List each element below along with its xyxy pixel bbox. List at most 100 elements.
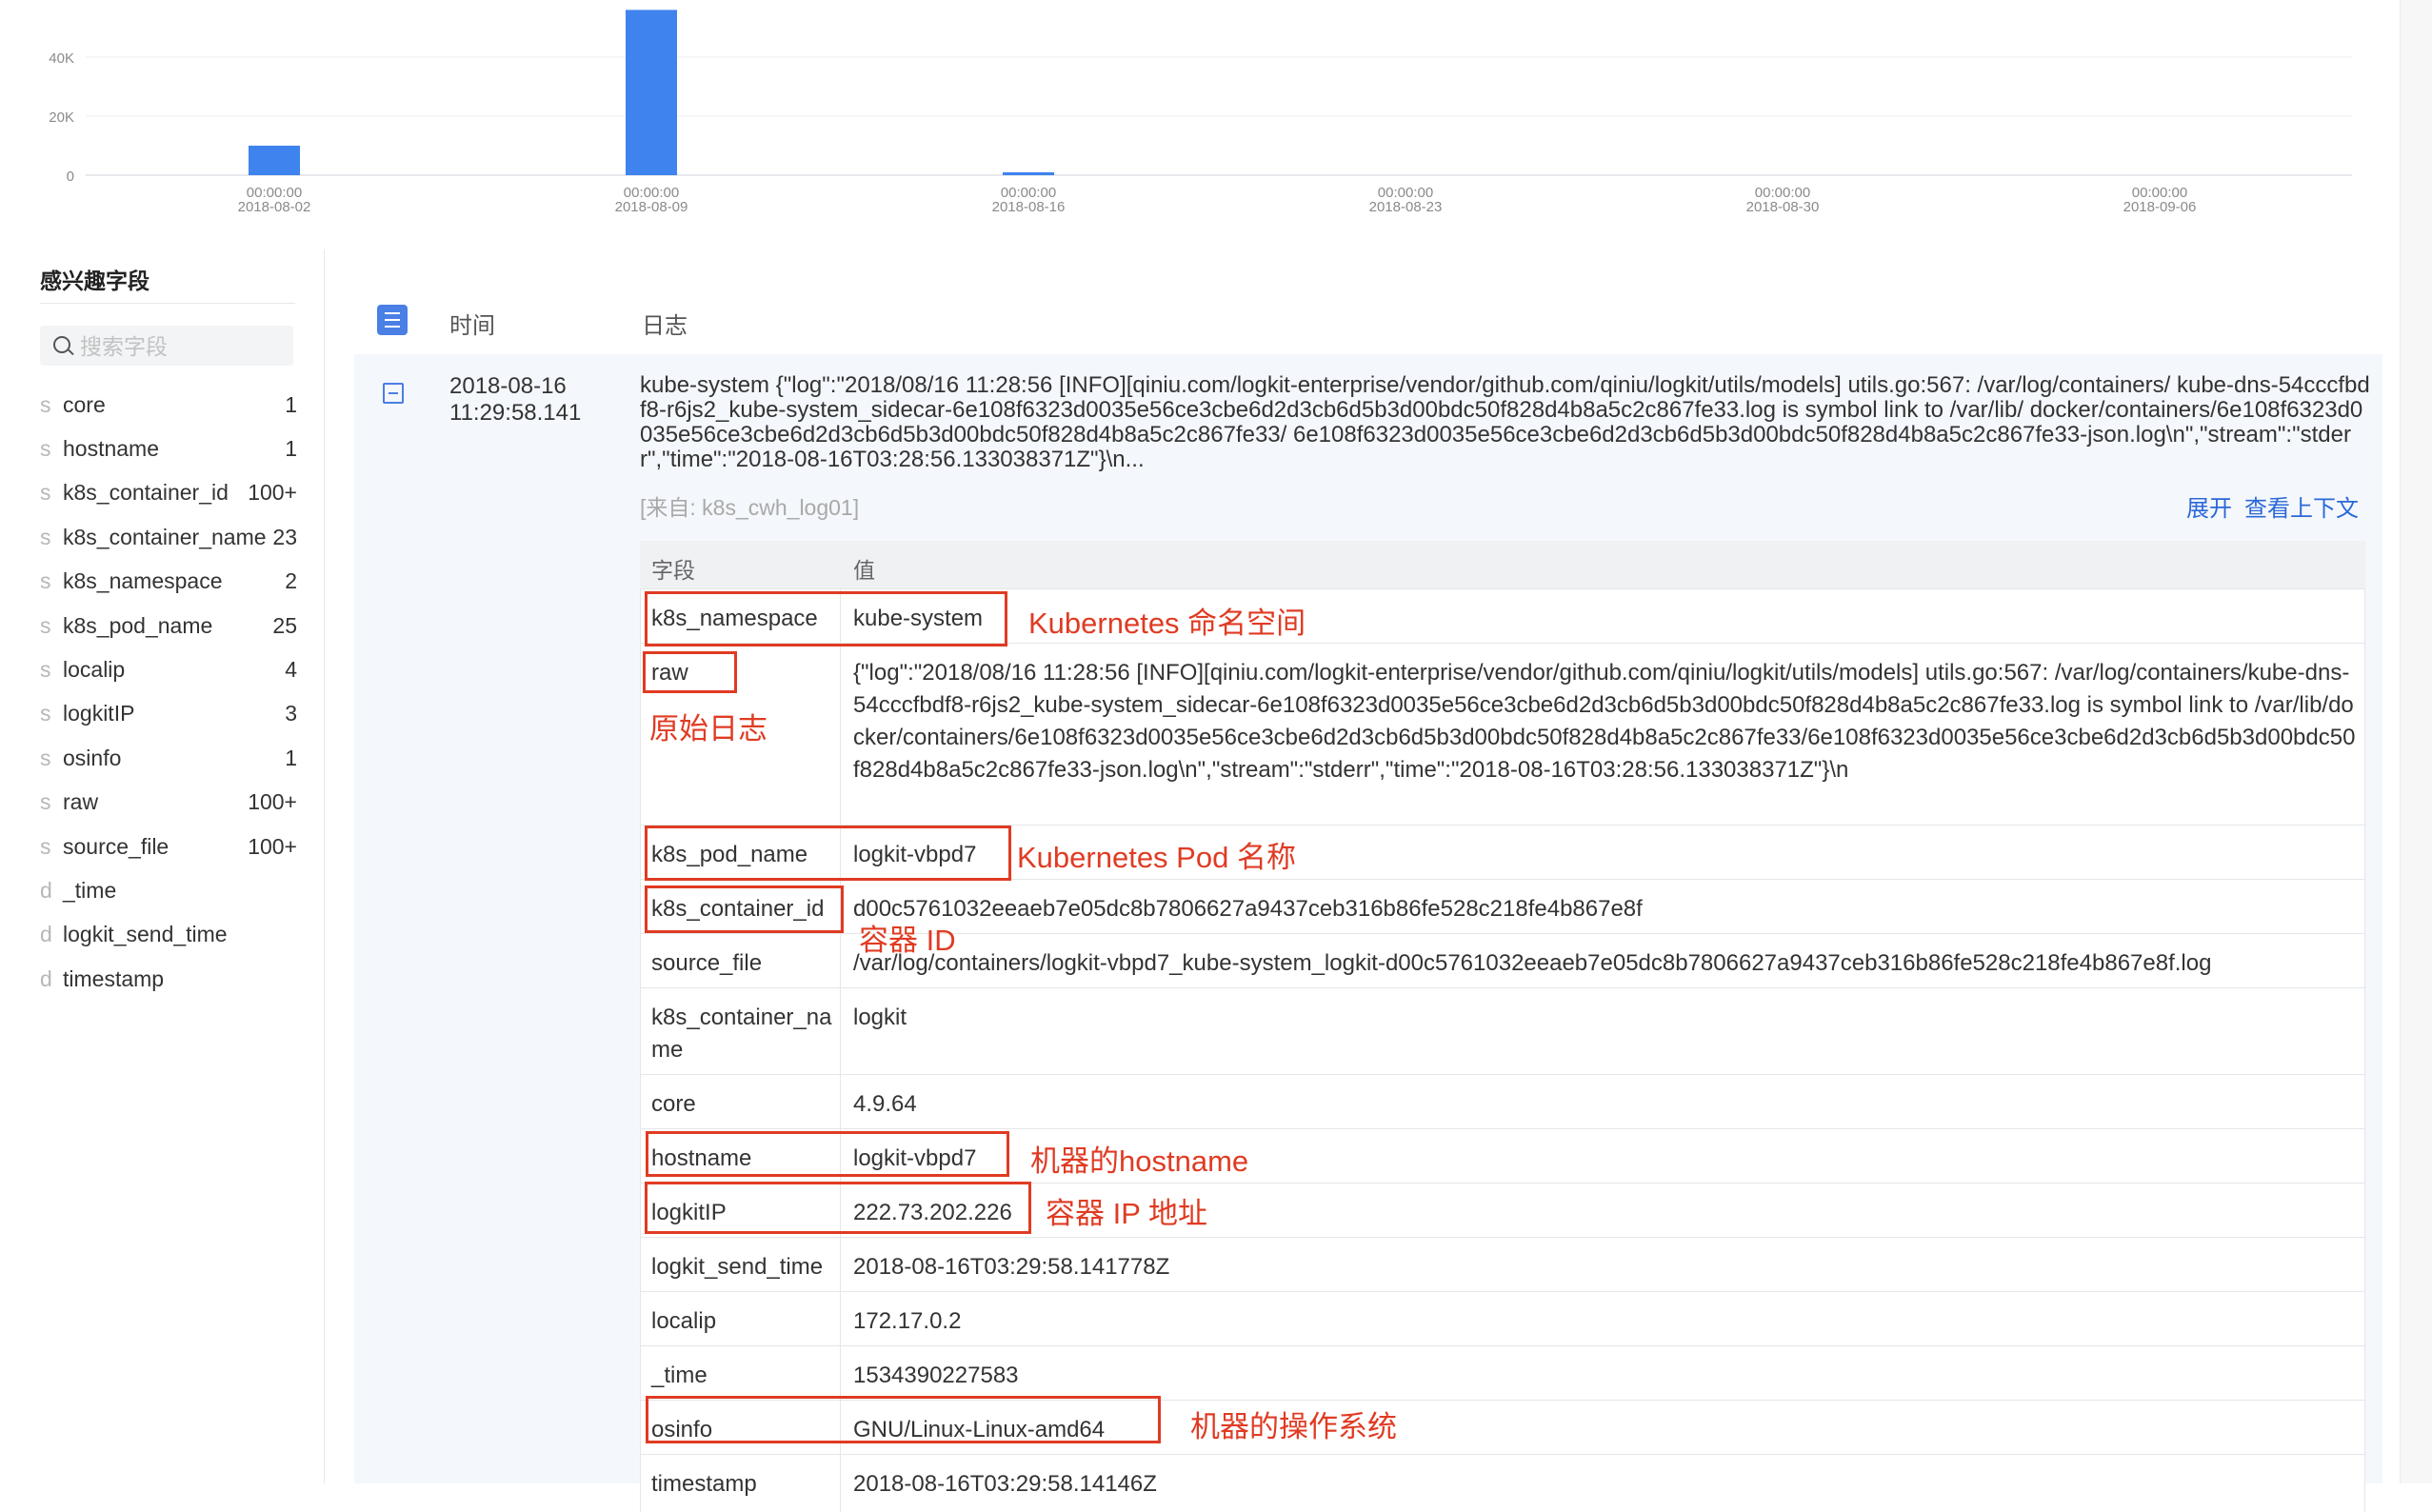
field-value[interactable]: 172.17.0.2	[853, 1305, 2358, 1338]
field-type: s	[40, 833, 51, 859]
field-row[interactable]: raw {"log":"2018/08/16 11:28:56 [INFO][qi…	[640, 643, 2365, 825]
field-row[interactable]: _time 1534390227583	[640, 1345, 2365, 1400]
field-type: s	[40, 480, 51, 506]
field-count: 100+	[248, 480, 297, 506]
field-item[interactable]: s source_file 100+	[40, 825, 297, 868]
field-value[interactable]: 4.9.64	[853, 1088, 2358, 1121]
field-type: s	[40, 789, 51, 815]
log-time: 11:29:58.141	[449, 400, 582, 426]
field-item[interactable]: s k8s_container_name 23	[40, 515, 297, 559]
field-count: 1	[285, 391, 297, 417]
scrollbar-track[interactable]	[2400, 0, 2432, 1483]
histogram-bar[interactable]	[626, 10, 677, 176]
field-name: source_file	[63, 833, 169, 859]
annotation-pod: Kubernetes Pod 名称	[1017, 841, 1296, 874]
field-row[interactable]: logkit_send_time 2018-08-16T03:29:58.1417…	[640, 1237, 2365, 1291]
field-name: k8s_pod_name	[63, 612, 213, 638]
field-search-box[interactable]	[40, 326, 293, 366]
row-border	[640, 1075, 641, 1128]
field-type: s	[40, 391, 51, 417]
field-type: s	[40, 745, 51, 770]
field-type: s	[40, 568, 51, 594]
annotation-raw: 原始日志	[649, 712, 767, 746]
collapse-icon[interactable]	[383, 383, 404, 404]
field-count: 1	[285, 436, 297, 462]
field-item[interactable]: s k8s_container_id 100+	[40, 471, 297, 515]
field-name: k8s_container_name	[63, 524, 267, 549]
divider	[40, 303, 295, 304]
field-item[interactable]: s raw 100+	[40, 781, 297, 825]
row-border	[2364, 880, 2365, 933]
field-table-body: k8s_namespace kube-system raw {"log":"2018/…	[640, 588, 2365, 1512]
row-border	[2364, 1401, 2365, 1454]
field-name: k8s_namespace	[63, 568, 223, 594]
field-name: logkit_send_time	[63, 922, 228, 947]
row-border	[2364, 988, 2365, 1074]
field-key: _time	[651, 1363, 708, 1388]
field-item[interactable]: s logkitIP 3	[40, 692, 297, 736]
row-border	[2364, 1346, 2365, 1400]
log-message[interactable]: kube-system {"log":"2018/08/16 11:28:56 …	[640, 373, 2373, 472]
interesting-fields-sidebar: 感兴趣字段 score1shostname1sk8s_container_id1…	[0, 249, 325, 1483]
row-border	[640, 1292, 641, 1345]
field-value[interactable]: 1534390227583	[853, 1360, 2358, 1392]
field-name: timestamp	[63, 965, 165, 991]
column-header-time[interactable]: 时间	[449, 307, 495, 340]
highlight-hostname	[646, 1131, 1009, 1177]
field-row[interactable]: localip 172.17.0.2	[640, 1291, 2365, 1345]
row-border	[640, 589, 641, 643]
field-item[interactable]: d logkit_send_time	[40, 913, 297, 957]
field-type: s	[40, 612, 51, 638]
field-item[interactable]: d _time	[40, 868, 297, 912]
column-divider	[840, 1455, 841, 1512]
highlight-raw	[643, 651, 737, 693]
row-border	[640, 1401, 641, 1454]
column-divider	[840, 1238, 841, 1291]
row-border	[640, 880, 641, 933]
field-item[interactable]: s k8s_pod_name 25	[40, 604, 297, 647]
field-type: s	[40, 657, 51, 683]
row-border	[640, 988, 641, 1074]
field-value[interactable]: 2018-08-16T03:29:58.141778Z	[853, 1251, 2358, 1283]
field-item[interactable]: s osinfo 1	[40, 736, 297, 780]
column-header-log[interactable]: 日志	[642, 307, 688, 340]
expand-link[interactable]: 展开	[2186, 489, 2232, 523]
field-item[interactable]: s localip 4	[40, 647, 297, 691]
field-search-input[interactable]	[78, 331, 282, 362]
field-type: d	[40, 922, 52, 947]
column-divider	[840, 644, 841, 825]
field-count: 2	[285, 568, 297, 594]
field-value[interactable]: logkit	[853, 1002, 2358, 1034]
field-name: raw	[63, 789, 99, 815]
field-item[interactable]: d timestamp	[40, 957, 297, 1001]
field-name: localip	[63, 657, 126, 683]
histogram-bar[interactable]	[1003, 171, 1054, 175]
field-item[interactable]: s core 1	[40, 383, 297, 427]
field-row[interactable]: k8s_container_name logkit	[640, 987, 2365, 1074]
row-border	[2364, 1129, 2365, 1183]
field-item[interactable]: s k8s_namespace 2	[40, 560, 297, 604]
field-item[interactable]: s hostname 1	[40, 427, 297, 470]
field-value[interactable]: 2018-08-16T03:29:58.14146Z	[853, 1468, 2358, 1501]
sidebar-title: 感兴趣字段	[40, 269, 150, 293]
field-name: logkitIP	[63, 701, 135, 726]
row-border	[640, 1238, 641, 1291]
view-context-link[interactable]: 查看上下文	[2244, 489, 2359, 523]
field-row[interactable]: core 4.9.64	[640, 1074, 2365, 1128]
row-border	[2364, 1238, 2365, 1291]
field-value[interactable]: /var/log/containers/logkit-vbpd7_kube-sy…	[853, 947, 2358, 980]
annotation-container-id: 容器 ID	[859, 924, 956, 957]
search-icon	[53, 336, 70, 353]
column-divider	[840, 988, 841, 1074]
field-count: 23	[272, 524, 297, 549]
histogram-bar[interactable]	[249, 146, 300, 175]
field-value[interactable]: d00c5761032eeaeb7e05dc8b7806627a9437ceb3…	[853, 893, 2358, 925]
field-table-header: 字段 值	[640, 541, 2365, 588]
field-count: 3	[285, 701, 297, 726]
list-view-icon[interactable]	[377, 305, 408, 335]
annotation-ip: 容器 IP 地址	[1046, 1197, 1207, 1230]
row-border	[2364, 1292, 2365, 1345]
field-key: localip	[651, 1308, 717, 1334]
highlight-pod-name	[645, 826, 1011, 881]
field-value[interactable]: {"log":"2018/08/16 11:28:56 [INFO][qiniu…	[853, 657, 2358, 786]
